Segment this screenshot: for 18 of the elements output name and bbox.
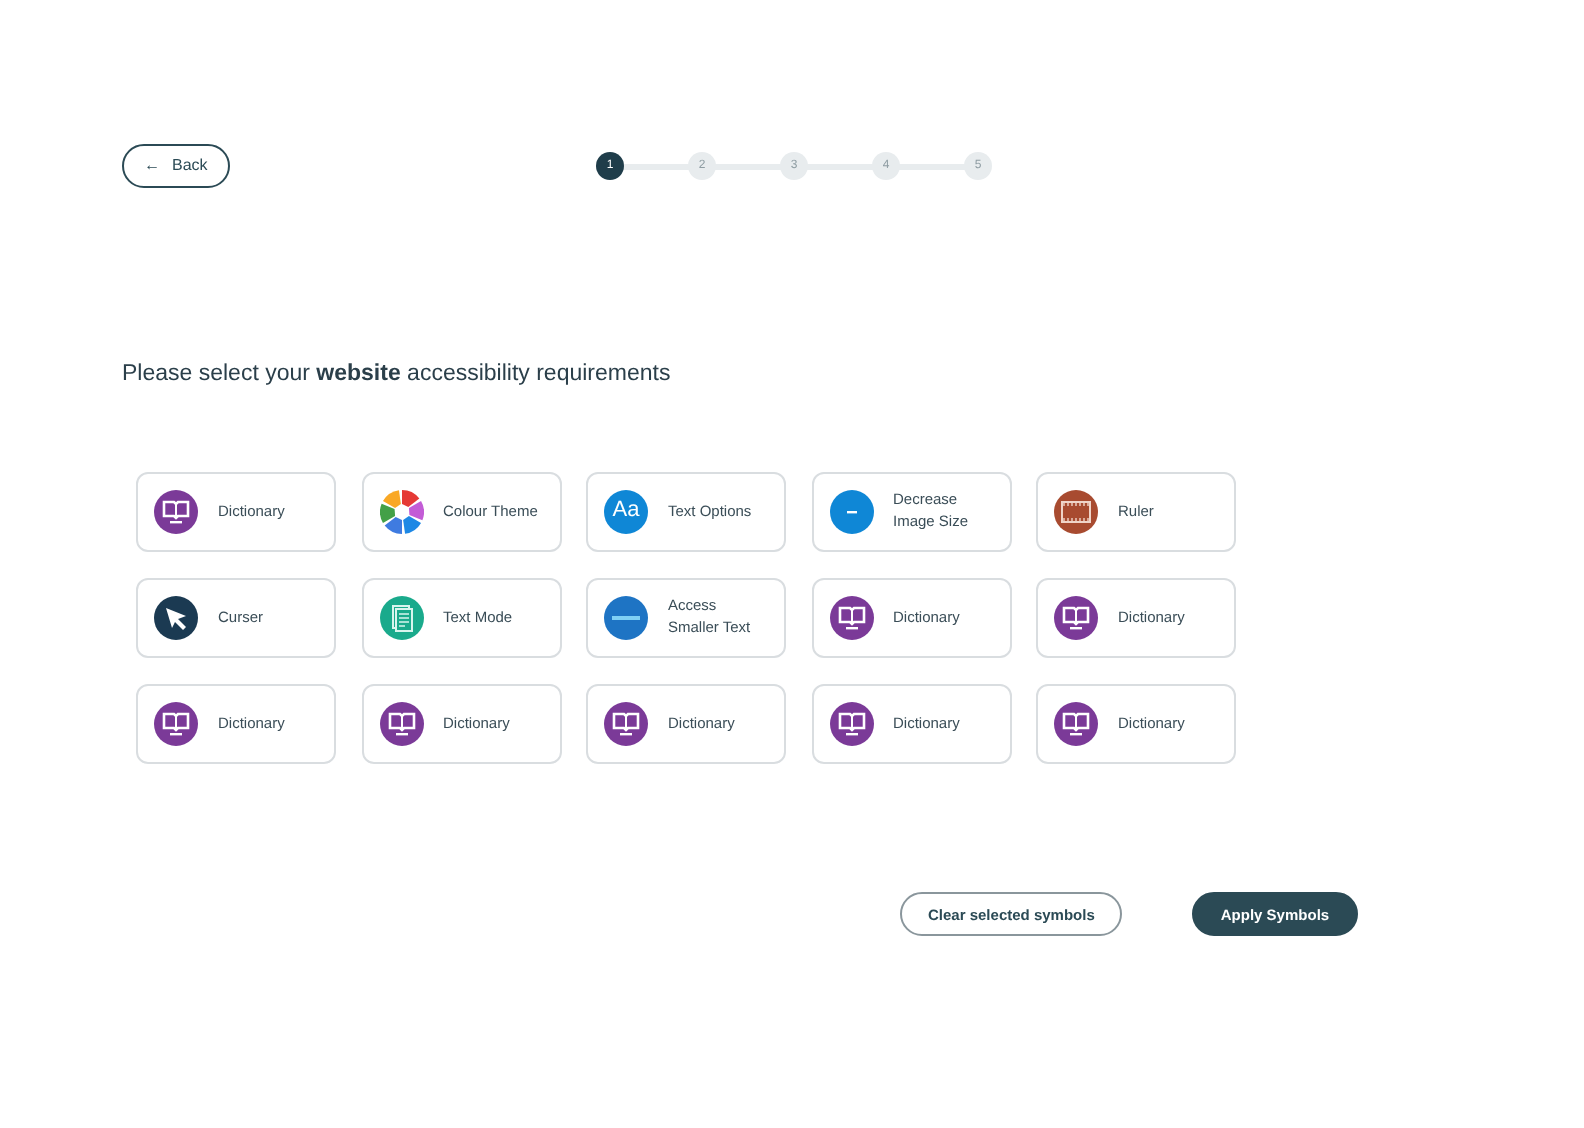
colour-wheel-icon [379,490,423,535]
back-button[interactable]: ← Back [122,144,230,188]
heading: Please select your website accessibility requirements [122,360,673,390]
book-icon [1054,702,1098,747]
document-icon [379,596,423,641]
book-icon [829,596,873,641]
book-icon [1054,596,1098,641]
text-size-icon: Aa [604,490,648,535]
minus-icon [829,490,873,535]
book-icon [154,702,198,747]
cursor-icon [154,596,198,641]
minus-icon [604,596,648,641]
book-icon [154,490,198,535]
book-icon [379,702,423,747]
ruler-icon [1054,490,1098,535]
book-icon [829,702,873,747]
back-arrow-icon: ← [144,154,160,178]
book-icon [604,702,648,747]
